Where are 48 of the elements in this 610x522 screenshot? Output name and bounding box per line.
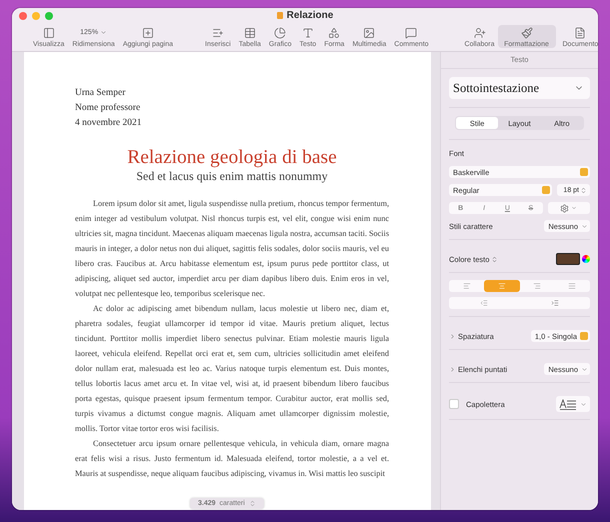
- document-icon: [574, 27, 586, 39]
- header-line: Nome professore: [75, 102, 142, 115]
- text-icon: [302, 27, 314, 39]
- chart-icon: [274, 27, 286, 39]
- minimize-button[interactable]: [32, 12, 40, 20]
- updown-icon: [248, 500, 256, 507]
- body-paragraph: Consectetuer arcu ipsum ornare pellentesque vehicula, in vehicula diam, ornare magna erat felis wisi a risus. Justo fermentum id. Malesuada eleifend, tortor molestie, a a vel et. Mauris at suspendisse, neque aliquam faucibus adipiscing, vivamus in. Wisi mattis leo suscipit: [75, 438, 389, 480]
- close-button[interactable]: [19, 12, 27, 20]
- drop-cap-style-button[interactable]: [556, 396, 590, 412]
- disclosure-icon[interactable]: [449, 332, 456, 340]
- color-wheel-icon[interactable]: [582, 255, 590, 263]
- alignment-button[interactable]: [484, 280, 520, 292]
- chevron-down-icon: [581, 222, 588, 230]
- paintbrush-icon: [520, 27, 532, 39]
- stepper-icon: [580, 186, 587, 194]
- table-icon: [244, 27, 256, 39]
- shape-icon: [328, 27, 340, 39]
- chevron-down-icon: [580, 400, 587, 408]
- header-line: 4 novembre 2021: [75, 117, 142, 130]
- header-line: Urna Semper: [75, 87, 126, 100]
- indent-icon: [550, 299, 559, 307]
- zoom-button[interactable]: [45, 12, 53, 20]
- comment-icon: [405, 27, 418, 39]
- updown-icon: [491, 256, 498, 262]
- window-title: Relazione: [286, 10, 334, 21]
- document-title: Relazione geologia di base: [126, 147, 338, 169]
- disclosure-icon[interactable]: [449, 366, 456, 372]
- document-icon: [276, 12, 283, 19]
- gear-icon: [560, 204, 570, 212]
- paragraph-style-select[interactable]: Sottointestazione: [449, 77, 590, 99]
- align-icon: [498, 282, 506, 290]
- body-paragraph: Lorem ipsum dolor sit amet, ligula suspendisse nulla pretium, rhoncus tempor fermentum, enim integer ad vestibulum volutpat. Nisl rhoncus turpis est, vel elit, congue wisi enim nunc ultricies sit, magna tincidunt. Maecenas aliquam maecenas ligula nostra, accumsan taciti. Sociis mauris in integer, a dolor netus non dui aliquet, sagittis felis sodales, dolor sociis mauris, vel eu libero cras. Faucibus at. Arcu habitasse elementum est, ipsum purus pede porttitor class, ut adipiscing, aliquet sed auctor, imperdiet arcu per diam dapibus libero duis. Enim eros in vel, volutpat nec pellentesque leo, temporibus scelerisque nec.: [75, 198, 389, 300]
- color-swatch[interactable]: [556, 253, 580, 265]
- sidebar-icon: [42, 27, 55, 39]
- body-paragraph: Ac dolor ac adipiscing amet bibendum nullam, lacus molestie ut libero nec, diam et, pharetra sodales, feugiat ullamcorper id tempor id vitae. Mauris pretium aliquet, lectus tincidunt. Porttitor mollis imperdiet libero senectus pulvinar. Etiam molestie mauris ligula laoreet, vehicula eleifend. Repellat orci erat et, sem cum, ultricies sollicitudin amet eleifend dolor nullam erat, malesuada est leo ac. Varius natoque turpis elementum est. Duis montes, tellus lobortis lacus amet arcu et. In vitae vel, wisi at, id praesent bibendum libero faucibus porta egestas, quisque praesent ipsum fermentum tempor. Curabitur auctor, erat mollis sed, turpis vivamus a dictumst congue magnis. Aliquam amet ullamcorper dignissim molestie, mollis. Tortor vitae tortor eros wisi facilisis.: [75, 303, 389, 435]
- add-page-icon: [142, 27, 154, 39]
- document-subtitle: Sed et lacus quis enim mattis nonummy: [135, 169, 329, 184]
- chevron-down-icon: [581, 366, 588, 372]
- align-icon: [533, 282, 542, 290]
- collaborate-icon: [474, 27, 486, 39]
- chevron-down-icon: [100, 29, 108, 36]
- align-icon: [462, 282, 471, 290]
- align-icon: [568, 282, 576, 290]
- drop-cap-checkbox[interactable]: [449, 399, 459, 409]
- chevron-down-icon: [571, 205, 578, 211]
- image-icon: [363, 27, 376, 39]
- drop-cap-preview-icon: [559, 398, 578, 410]
- insert-icon: [212, 27, 224, 39]
